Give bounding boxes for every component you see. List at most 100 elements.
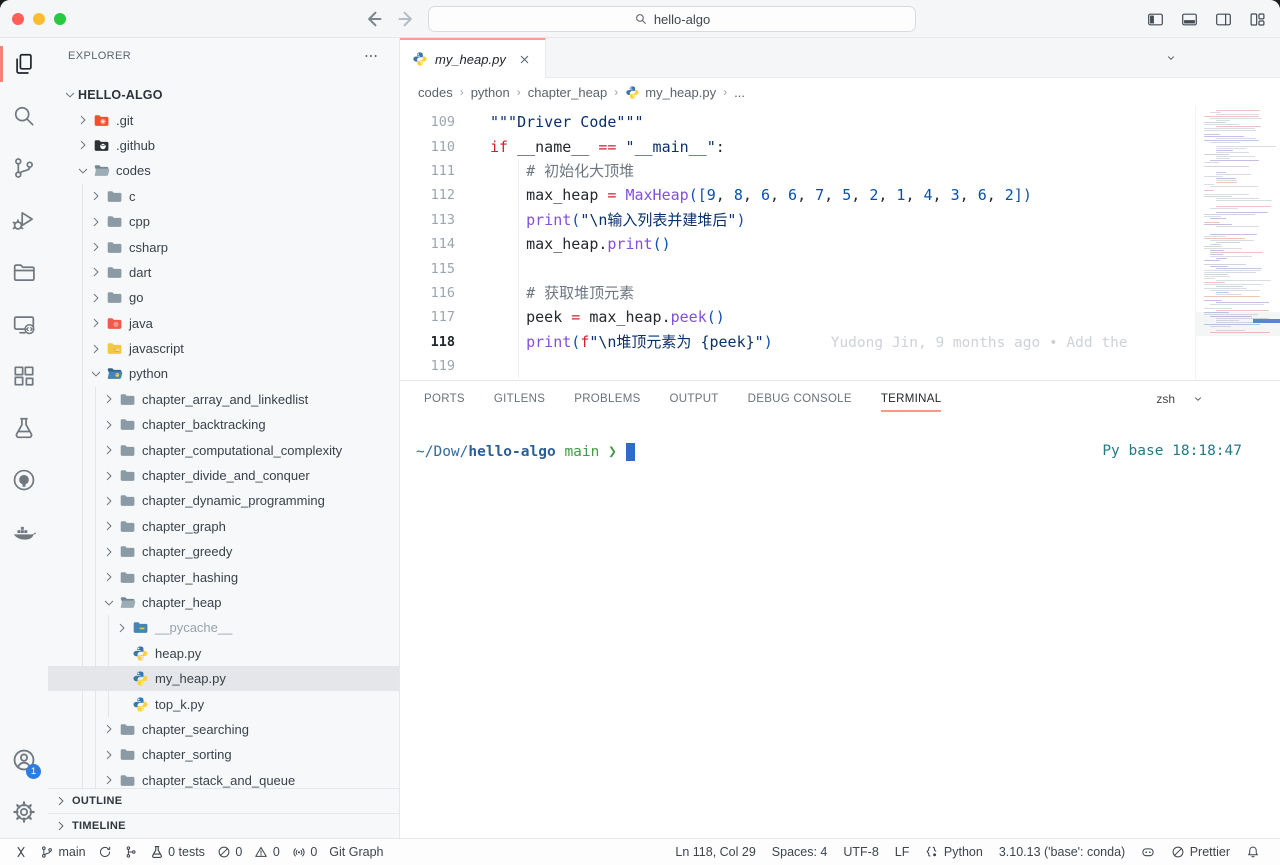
activity-bar-item-remote-explorer[interactable] (0, 298, 48, 350)
editor-tab-my-heap-py[interactable]: my_heap.py (400, 38, 546, 78)
panel-tab-output[interactable]: OUTPUT (670, 381, 719, 417)
chevron-down-icon[interactable] (88, 366, 104, 382)
status-git-graph-status[interactable] (118, 839, 144, 865)
chevron-right-icon[interactable] (114, 620, 130, 636)
line-number[interactable]: 111 (400, 163, 470, 179)
status-git-graph-launcher[interactable]: Git Graph (323, 839, 389, 865)
tree-folder-javascript[interactable]: JSjavascript (48, 336, 399, 361)
activity-bar-item-run-and-debug[interactable] (0, 194, 48, 246)
code-line-110[interactable]: 110if __name__ == "__main__": (400, 134, 1195, 158)
tree-folder-chapter-divide-and-conquer[interactable]: chapter_divide_and_conquer (48, 463, 399, 488)
breadcrumb-item-python[interactable]: python (471, 85, 510, 100)
minimap[interactable] (1195, 106, 1280, 380)
status-prettier[interactable]: Prettier (1163, 839, 1238, 865)
explorer-more-actions-icon[interactable] (363, 48, 379, 64)
chevron-right-icon[interactable] (75, 137, 91, 153)
tree-folder--pycache-[interactable]: __pycache__ (48, 615, 399, 640)
chevron-right-icon[interactable] (101, 569, 117, 585)
activity-bar-item-docker[interactable] (0, 506, 48, 558)
breadcrumb-item-chapter-heap[interactable]: chapter_heap (528, 85, 608, 100)
line-number[interactable]: 113 (400, 212, 470, 228)
tree-folder-chapter-hashing[interactable]: chapter_hashing (48, 564, 399, 589)
panel-tab-gitlens[interactable]: GITLENS (494, 381, 545, 417)
chevron-right-icon[interactable] (101, 747, 117, 763)
tree-folder-chapter-heap[interactable]: chapter_heap (48, 590, 399, 615)
tree-file-heap-py[interactable]: heap.py (48, 641, 399, 666)
tree-folder-c[interactable]: c (48, 184, 399, 209)
activity-bar-item-explorer[interactable] (0, 38, 48, 90)
status-warning-count[interactable]: 0 (248, 839, 285, 865)
tree-folder-chapter-computational-complexity[interactable]: chapter_computational_complexity (48, 437, 399, 462)
panel-tab-terminal[interactable]: TERMINAL (881, 381, 942, 417)
chevron-right-icon[interactable] (101, 442, 117, 458)
status-python-interpreter[interactable]: 3.10.13 ('base': conda) (991, 839, 1133, 865)
breadcrumb-item--[interactable]: ... (734, 85, 745, 100)
code-line-111[interactable]: 111 # 初始化大顶堆 (400, 159, 1195, 183)
sidebar-section-outline[interactable]: OUTLINE (48, 788, 399, 813)
command-center-search[interactable]: hello-algo (428, 6, 916, 32)
tree-folder-chapter-stack-and-queue[interactable]: chapter_stack_and_queue (48, 768, 399, 788)
code-line-119[interactable]: 119 (400, 354, 1195, 378)
chevron-right-icon[interactable] (101, 544, 117, 560)
status-cursor-position[interactable]: Ln 118, Col 29 (667, 839, 763, 865)
chevron-right-icon[interactable] (88, 188, 104, 204)
status-language-mode[interactable]: Python (917, 839, 990, 865)
layout-sidebar-left-icon[interactable] (1147, 11, 1164, 28)
chevron-right-icon[interactable] (88, 341, 104, 357)
code-line-116[interactable]: 116 # 获取堆顶元素 (400, 281, 1195, 305)
breadcrumb-item-my-heap-py[interactable]: my_heap.py (625, 85, 716, 100)
status-ports-status[interactable]: 0 (286, 839, 323, 865)
tree-folder-hello-algo[interactable]: HELLO-ALGO (48, 82, 399, 107)
tree-folder-chapter-array-and-linkedlist[interactable]: chapter_array_and_linkedlist (48, 387, 399, 412)
line-number[interactable]: 116 (400, 285, 470, 301)
chevron-right-icon[interactable] (88, 264, 104, 280)
layout-panel-icon[interactable] (1181, 11, 1198, 28)
close-window-button[interactable] (12, 13, 24, 25)
breadcrumb-item-codes[interactable]: codes (418, 85, 453, 100)
chevron-right-icon[interactable] (75, 112, 91, 128)
chevron-right-icon[interactable] (101, 772, 117, 788)
minimize-window-button[interactable] (33, 13, 45, 25)
code-line-117[interactable]: 117 peek = max_heap.peek() (400, 305, 1195, 329)
status-encoding[interactable]: UTF-8 (835, 839, 886, 865)
line-number[interactable]: 118 (400, 334, 470, 350)
line-number[interactable]: 115 (400, 261, 470, 277)
tree-folder-chapter-graph[interactable]: chapter_graph (48, 514, 399, 539)
chevron-down-icon[interactable] (62, 87, 78, 103)
tree-file-my-heap-py[interactable]: my_heap.py (48, 666, 399, 691)
tree-folder-chapter-backtracking[interactable]: chapter_backtracking (48, 412, 399, 437)
line-number[interactable]: 110 (400, 139, 470, 155)
panel-tab-problems[interactable]: PROBLEMS (574, 381, 640, 417)
line-number[interactable]: 117 (400, 309, 470, 325)
navigate-back-button[interactable] (362, 8, 384, 30)
tree-folder-go[interactable]: go (48, 285, 399, 310)
status-branch-status[interactable]: main (34, 839, 92, 865)
tree-folder-chapter-dynamic-programming[interactable]: chapter_dynamic_programming (48, 488, 399, 513)
close-tab-icon[interactable] (517, 51, 533, 67)
status-eol[interactable]: LF (887, 839, 918, 865)
tree-folder-chapter-greedy[interactable]: chapter_greedy (48, 539, 399, 564)
status-sync-status[interactable] (92, 839, 118, 865)
status-copilot[interactable] (1133, 839, 1163, 865)
panel-tab-debug-console[interactable]: DEBUG CONSOLE (748, 381, 852, 417)
tree-file-top-k-py[interactable]: top_k.py (48, 691, 399, 716)
tree-folder-cpp[interactable]: cpp (48, 209, 399, 234)
line-number[interactable]: 119 (400, 358, 470, 374)
sidebar-section-timeline[interactable]: TIMELINE (48, 813, 399, 838)
chevron-right-icon[interactable] (101, 417, 117, 433)
activity-bar-item-settings[interactable] (0, 786, 48, 838)
tree-folder-csharp[interactable]: csharp (48, 234, 399, 259)
status-error-count[interactable]: 0 (211, 839, 248, 865)
tree-folder--github[interactable]: .github (48, 133, 399, 158)
activity-bar-item-github[interactable] (0, 454, 48, 506)
minimap-slider[interactable] (1196, 312, 1280, 336)
chevron-right-icon[interactable] (88, 214, 104, 230)
code-line-115[interactable]: 115 (400, 256, 1195, 280)
line-number[interactable]: 109 (400, 114, 470, 130)
chevron-right-icon[interactable] (101, 468, 117, 484)
activity-bar-item-project-manager[interactable] (0, 246, 48, 298)
chevron-right-icon[interactable] (88, 290, 104, 306)
chevron-down-icon[interactable] (75, 163, 91, 179)
terminal-view[interactable]: ~/Dow/hello-algo main ❯ Py base 18:18:47 (400, 417, 1280, 838)
chevron-right-icon[interactable] (101, 391, 117, 407)
